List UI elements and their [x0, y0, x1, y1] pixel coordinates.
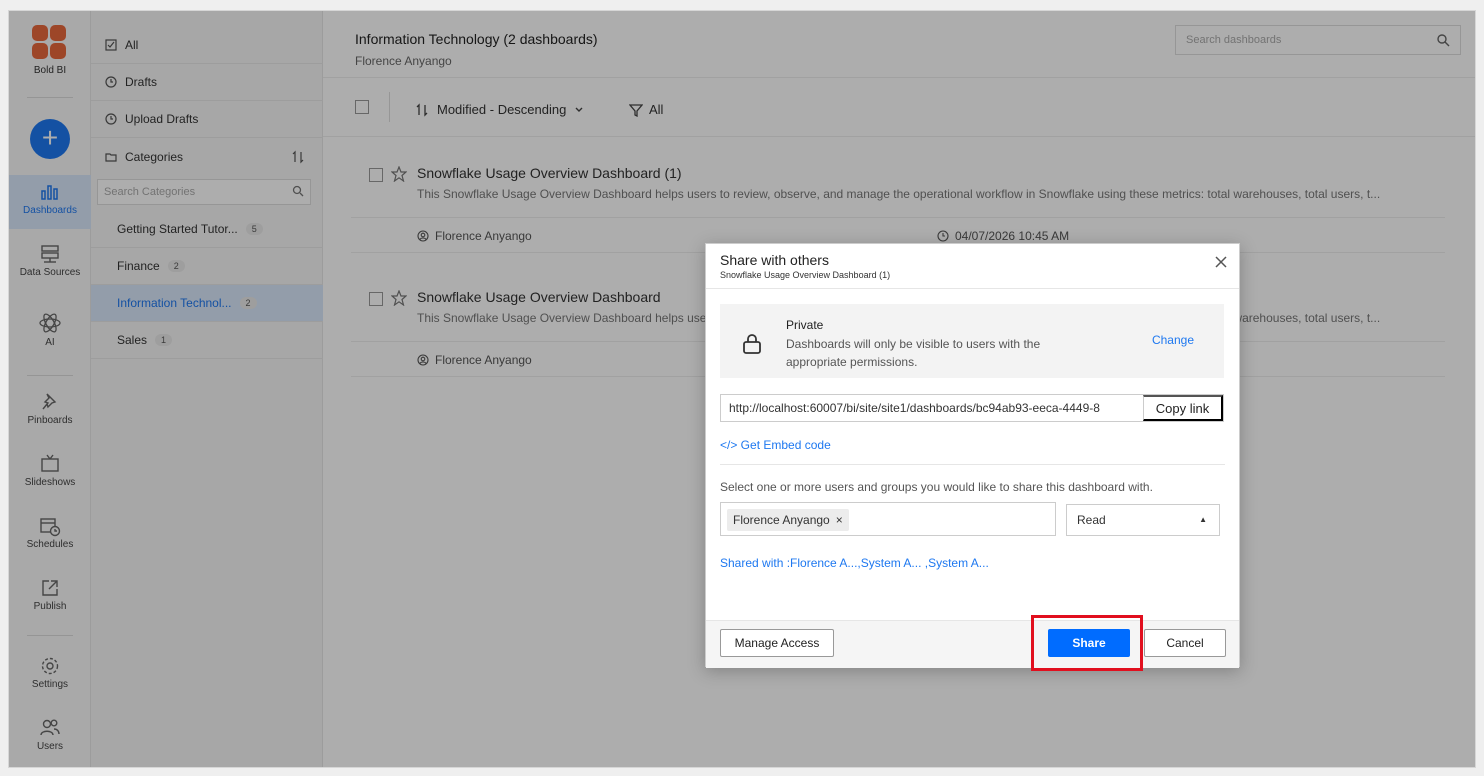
remove-chip-icon[interactable]: × [836, 513, 843, 527]
close-icon[interactable] [1215, 256, 1227, 268]
dialog-title: Share with others [720, 252, 829, 268]
user-picker-input[interactable]: Florence Anyango × [720, 502, 1056, 536]
caret-up-icon: ▲ [1199, 515, 1207, 524]
privacy-description: Dashboards will only be visible to users… [786, 337, 1041, 369]
user-chip: Florence Anyango × [727, 509, 849, 531]
share-link-field: Copy link [720, 394, 1224, 422]
permission-select[interactable]: Read ▲ [1066, 504, 1220, 536]
dialog-subtitle: Snowflake Usage Overview Dashboard (1) [720, 270, 891, 280]
manage-access-button[interactable]: Manage Access [720, 629, 834, 657]
share-instructions: Select one or more users and groups you … [720, 480, 1153, 494]
embed-code-link[interactable]: </> Get Embed code [720, 438, 831, 452]
dialog-divider [720, 464, 1225, 465]
privacy-panel: Private Dashboards will only be visible … [720, 304, 1224, 378]
share-dialog: Share with others Snowflake Usage Overvi… [705, 243, 1240, 668]
app-window: Bold BI + Dashboards Data Sources AI Pin… [8, 10, 1476, 768]
dialog-divider [706, 288, 1239, 289]
share-button-highlight [1031, 615, 1143, 671]
share-link-input[interactable] [721, 395, 1143, 421]
copy-link-button[interactable]: Copy link [1143, 395, 1223, 421]
cancel-button[interactable]: Cancel [1144, 629, 1226, 657]
lock-icon [743, 334, 761, 354]
change-link[interactable]: Change [1152, 333, 1194, 347]
user-chip-label: Florence Anyango [733, 513, 830, 527]
privacy-title: Private [786, 318, 824, 332]
permission-value: Read [1077, 513, 1106, 527]
shared-with-link[interactable]: Shared with :Florence A...,System A... ,… [720, 556, 989, 570]
